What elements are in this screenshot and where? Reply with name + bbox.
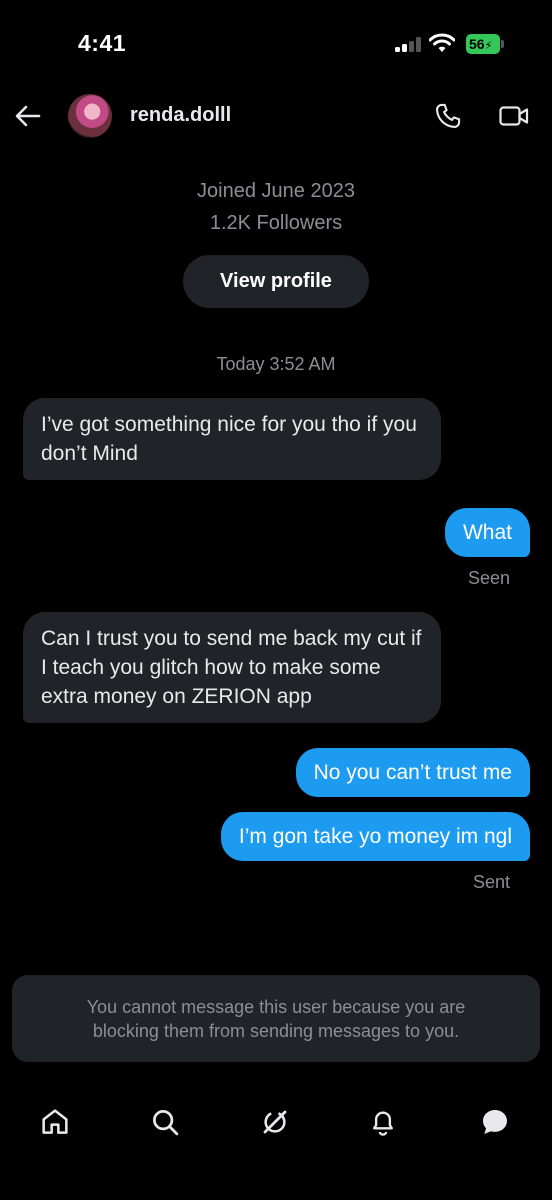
call-button[interactable] bbox=[430, 98, 466, 134]
bottom-navigation bbox=[0, 1090, 552, 1150]
blocked-notice-text: You cannot message this user because you… bbox=[86, 996, 466, 1041]
message-status-sent: Sent bbox=[472, 872, 510, 892]
message-received[interactable]: I’ve got something nice for you tho if y… bbox=[23, 398, 441, 480]
search-icon bbox=[153, 1110, 179, 1136]
messages-icon bbox=[483, 1110, 507, 1134]
blocked-notice: You cannot message this user because you… bbox=[12, 975, 540, 1062]
message-sent[interactable]: I’m gon take yo money im ngl bbox=[220, 812, 530, 861]
message-sent[interactable]: What bbox=[444, 508, 530, 557]
home-icon bbox=[42, 1109, 68, 1134]
message-received[interactable]: Can I trust you to send me back my cut i… bbox=[23, 612, 441, 723]
notifications-icon bbox=[373, 1111, 393, 1136]
arrow-left-icon bbox=[15, 105, 41, 127]
nav-messages[interactable] bbox=[475, 1102, 515, 1142]
conversation-header: renda.dolll bbox=[0, 90, 552, 146]
battery-level: 56⚡ bbox=[466, 34, 500, 54]
video-camera-icon bbox=[499, 106, 529, 126]
message-status-seen: Seen bbox=[467, 568, 510, 588]
battery-icon: 56⚡ bbox=[466, 34, 504, 54]
wifi-icon bbox=[428, 33, 456, 53]
nav-home[interactable] bbox=[35, 1102, 75, 1142]
video-call-button[interactable] bbox=[494, 98, 534, 134]
avatar[interactable] bbox=[68, 94, 112, 138]
joined-date: Joined June 2023 bbox=[197, 180, 355, 202]
message-sent[interactable]: No you can’t trust me bbox=[295, 748, 530, 797]
message-date-stamp: Today 3:52 AM bbox=[216, 354, 336, 374]
status-bar: 4:41 56⚡ bbox=[0, 0, 552, 90]
nav-grok[interactable] bbox=[255, 1102, 295, 1142]
followers-count: 1.2K Followers bbox=[209, 212, 343, 234]
back-button[interactable] bbox=[12, 98, 44, 134]
cellular-signal-icon bbox=[395, 36, 423, 52]
username[interactable]: renda.dolll bbox=[130, 104, 231, 127]
nav-search[interactable] bbox=[145, 1102, 185, 1142]
grok-icon bbox=[263, 1110, 287, 1134]
view-profile-button[interactable]: View profile bbox=[183, 255, 369, 308]
nav-notifications[interactable] bbox=[363, 1102, 403, 1142]
status-time: 4:41 bbox=[78, 30, 127, 56]
phone-icon bbox=[435, 103, 461, 129]
